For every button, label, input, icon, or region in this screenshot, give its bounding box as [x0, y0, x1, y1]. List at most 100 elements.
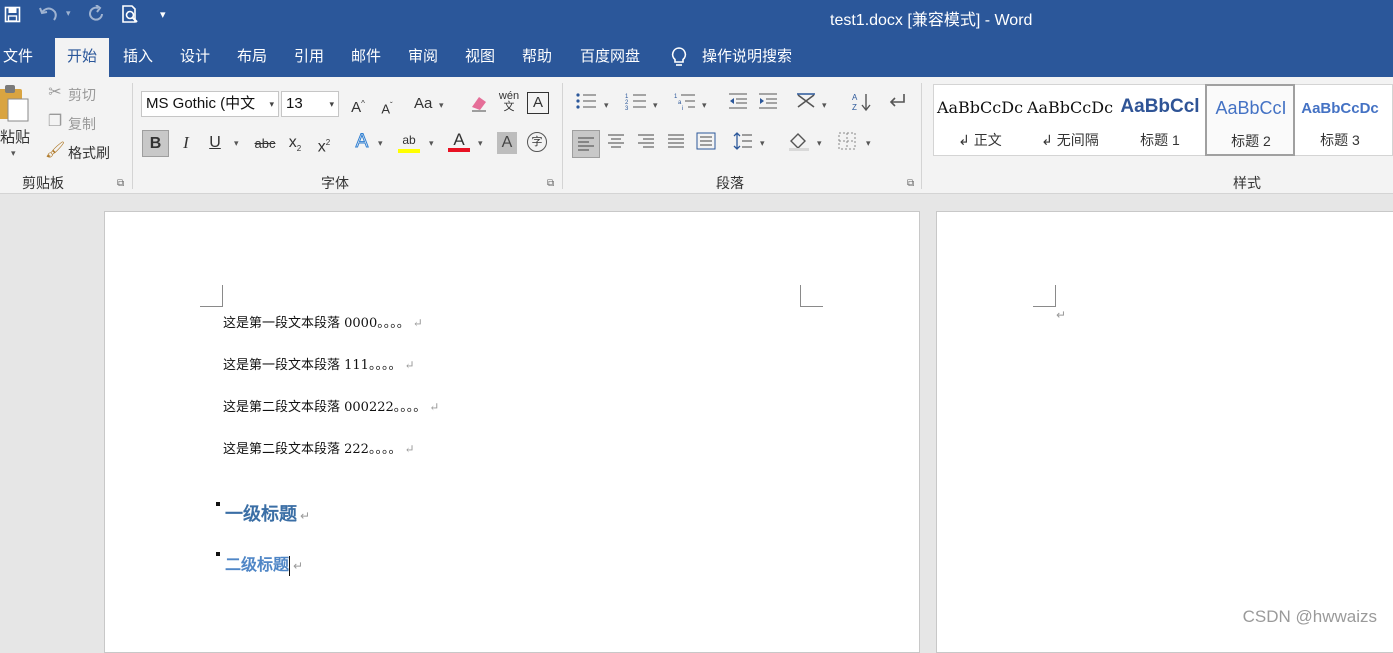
copy-button[interactable]: 复制 [68, 114, 96, 134]
align-left-button[interactable] [572, 130, 600, 158]
underline-dropdown-icon[interactable]: ▾ [234, 138, 239, 149]
paste-icon[interactable] [0, 83, 30, 126]
borders-dropdown-icon[interactable]: ▾ [866, 138, 871, 149]
highlight-icon[interactable]: ab [398, 129, 420, 153]
subscript-button[interactable]: x2 [284, 132, 306, 160]
tab-references[interactable]: 引用 [290, 46, 328, 77]
tab-insert[interactable]: 插入 [119, 46, 157, 77]
numbering-dropdown-icon[interactable]: ▾ [653, 100, 658, 111]
change-case-dropdown-icon[interactable]: ▾ [439, 100, 444, 111]
paragraph-mark: ↵ [404, 358, 415, 372]
character-border-icon[interactable]: A [527, 92, 549, 114]
undo-dropdown-icon[interactable]: ▾ [66, 8, 71, 19]
decrease-indent-icon[interactable] [727, 92, 749, 117]
paragraph-mark: ↵ [300, 509, 311, 523]
bold-button[interactable]: B [142, 130, 169, 157]
body-paragraph[interactable]: 这是第二段文本段落 000222。。。。 ↵ [223, 396, 439, 415]
style-heading-3[interactable]: AaBbCcDc 标题 3 [1296, 86, 1384, 154]
tab-help[interactable]: 帮助 [518, 46, 556, 77]
distributed-icon[interactable] [694, 132, 718, 157]
clipboard-group-label: 剪贴板 [22, 175, 64, 191]
chevron-down-icon: ▾ [269, 99, 274, 109]
body-paragraph[interactable]: 这是第二段文本段落 222。。。。 ↵ [223, 438, 415, 457]
tab-home[interactable]: 开始 [55, 38, 109, 77]
italic-button[interactable]: I [176, 132, 196, 154]
highlight-dropdown-icon[interactable]: ▾ [429, 138, 434, 149]
tab-design[interactable]: 设计 [176, 46, 214, 77]
text-cursor [289, 555, 291, 576]
style-heading-1[interactable]: AaBbCcl 标题 1 [1116, 86, 1204, 154]
grow-font-icon[interactable]: A^ [347, 93, 369, 119]
document-page[interactable]: ↵ [936, 211, 1393, 653]
sort-icon[interactable]: AZ [851, 92, 873, 119]
styles-gallery: AaBbCcDc ↲ 正文 AaBbCcDc ↲ 无间隔 AaBbCcl 标题 … [933, 84, 1393, 156]
heading-2[interactable]: 二级标题 ↵ [225, 551, 303, 576]
chinese-layout-dropdown-icon[interactable]: ▾ [822, 100, 827, 111]
shading-icon[interactable] [787, 131, 811, 158]
paragraph-launcher-icon[interactable]: ⧉ [907, 178, 914, 189]
paragraph-group-label: 段落 [716, 175, 744, 191]
tab-layout[interactable]: 布局 [233, 46, 271, 77]
document-page[interactable]: 这是第一段文本段落 0000。。。。 ↵ 这是第一段文本段落 111。。。。 ↵ 这… [104, 211, 920, 653]
phonetic-guide-icon[interactable]: wén 文 [498, 91, 520, 113]
chinese-layout-icon[interactable] [794, 92, 818, 117]
style-name: ↲ 无间隔 [1041, 132, 1099, 148]
text-effects-icon[interactable]: A [351, 131, 373, 153]
shading-dropdown-icon[interactable]: ▾ [817, 138, 822, 149]
font-launcher-icon[interactable]: ⧉ [547, 178, 554, 189]
subscript-label: x [288, 134, 297, 151]
body-paragraph[interactable]: 这是第一段文本段落 111。。。。 ↵ [223, 354, 415, 373]
borders-icon[interactable] [836, 132, 858, 157]
customize-qat-icon[interactable]: ▾ [160, 8, 166, 21]
justify-icon[interactable] [664, 133, 688, 156]
align-right-icon[interactable] [634, 133, 658, 156]
save-icon[interactable] [4, 6, 21, 28]
paste-button[interactable]: 粘贴 [0, 126, 30, 147]
bullets-dropdown-icon[interactable]: ▾ [604, 100, 609, 111]
multilevel-list-icon[interactable]: 1ai [673, 92, 697, 117]
line-spacing-icon[interactable] [731, 132, 755, 157]
format-painter-button[interactable]: 格式刷 [68, 143, 110, 163]
style-normal[interactable]: AaBbCcDc ↲ 正文 [936, 86, 1024, 154]
tab-file[interactable]: 文件 [0, 46, 36, 77]
multilevel-dropdown-icon[interactable]: ▾ [702, 100, 707, 111]
font-color-icon[interactable]: A [448, 129, 470, 152]
tab-baidu-netdisk[interactable]: 百度网盘 [575, 46, 645, 77]
style-no-spacing[interactable]: AaBbCcDc ↲ 无间隔 [1026, 86, 1114, 154]
paragraph-text: 这是第一段文本段落 0000。。。。 [223, 316, 410, 331]
cut-button[interactable]: 剪切 [68, 85, 96, 105]
undo-icon[interactable] [38, 5, 60, 28]
numbering-icon[interactable]: 123 [624, 92, 648, 117]
line-spacing-dropdown-icon[interactable]: ▾ [760, 138, 765, 149]
show-hide-marks-icon[interactable] [887, 92, 909, 117]
tab-view[interactable]: 视图 [461, 46, 499, 77]
heading-1[interactable]: 一级标题 ↵ [225, 500, 310, 526]
font-size-combo[interactable]: 13 ▾ [281, 91, 339, 117]
superscript-button[interactable]: x2 [313, 132, 335, 158]
text-effects-dropdown-icon[interactable]: ▾ [378, 138, 383, 149]
tab-review[interactable]: 审阅 [404, 46, 442, 77]
strikethrough-button[interactable]: abc [252, 133, 278, 155]
enclose-characters-icon[interactable]: 字 [527, 132, 547, 152]
character-shading-icon[interactable]: A [497, 132, 517, 154]
align-center-icon[interactable] [604, 133, 628, 156]
change-case-button[interactable]: Aa [414, 95, 432, 112]
underline-button[interactable]: U [205, 132, 225, 154]
font-size-value: 13 [286, 95, 303, 112]
body-paragraph[interactable]: 这是第一段文本段落 0000。。。。 ↵ [223, 312, 423, 331]
copy-icon: ❐ [47, 113, 63, 130]
increase-indent-icon[interactable] [757, 92, 779, 117]
redo-icon[interactable] [86, 4, 106, 28]
tell-me-search[interactable]: 操作说明搜索 [702, 46, 797, 77]
clear-formatting-icon[interactable] [468, 93, 490, 120]
style-heading-2[interactable]: AaBbCcI 标题 2 [1205, 84, 1295, 156]
font-color-dropdown-icon[interactable]: ▾ [478, 138, 483, 149]
group-divider [562, 83, 563, 189]
print-preview-icon[interactable] [120, 5, 140, 30]
paste-dropdown-icon[interactable]: ▾ [11, 148, 16, 159]
tab-mailings[interactable]: 邮件 [347, 46, 385, 77]
shrink-font-icon[interactable]: Aˇ [376, 95, 398, 120]
clipboard-launcher-icon[interactable]: ⧉ [117, 178, 124, 189]
bullets-icon[interactable] [574, 92, 598, 117]
font-name-combo[interactable]: MS Gothic (中文 ▾ [141, 91, 279, 117]
